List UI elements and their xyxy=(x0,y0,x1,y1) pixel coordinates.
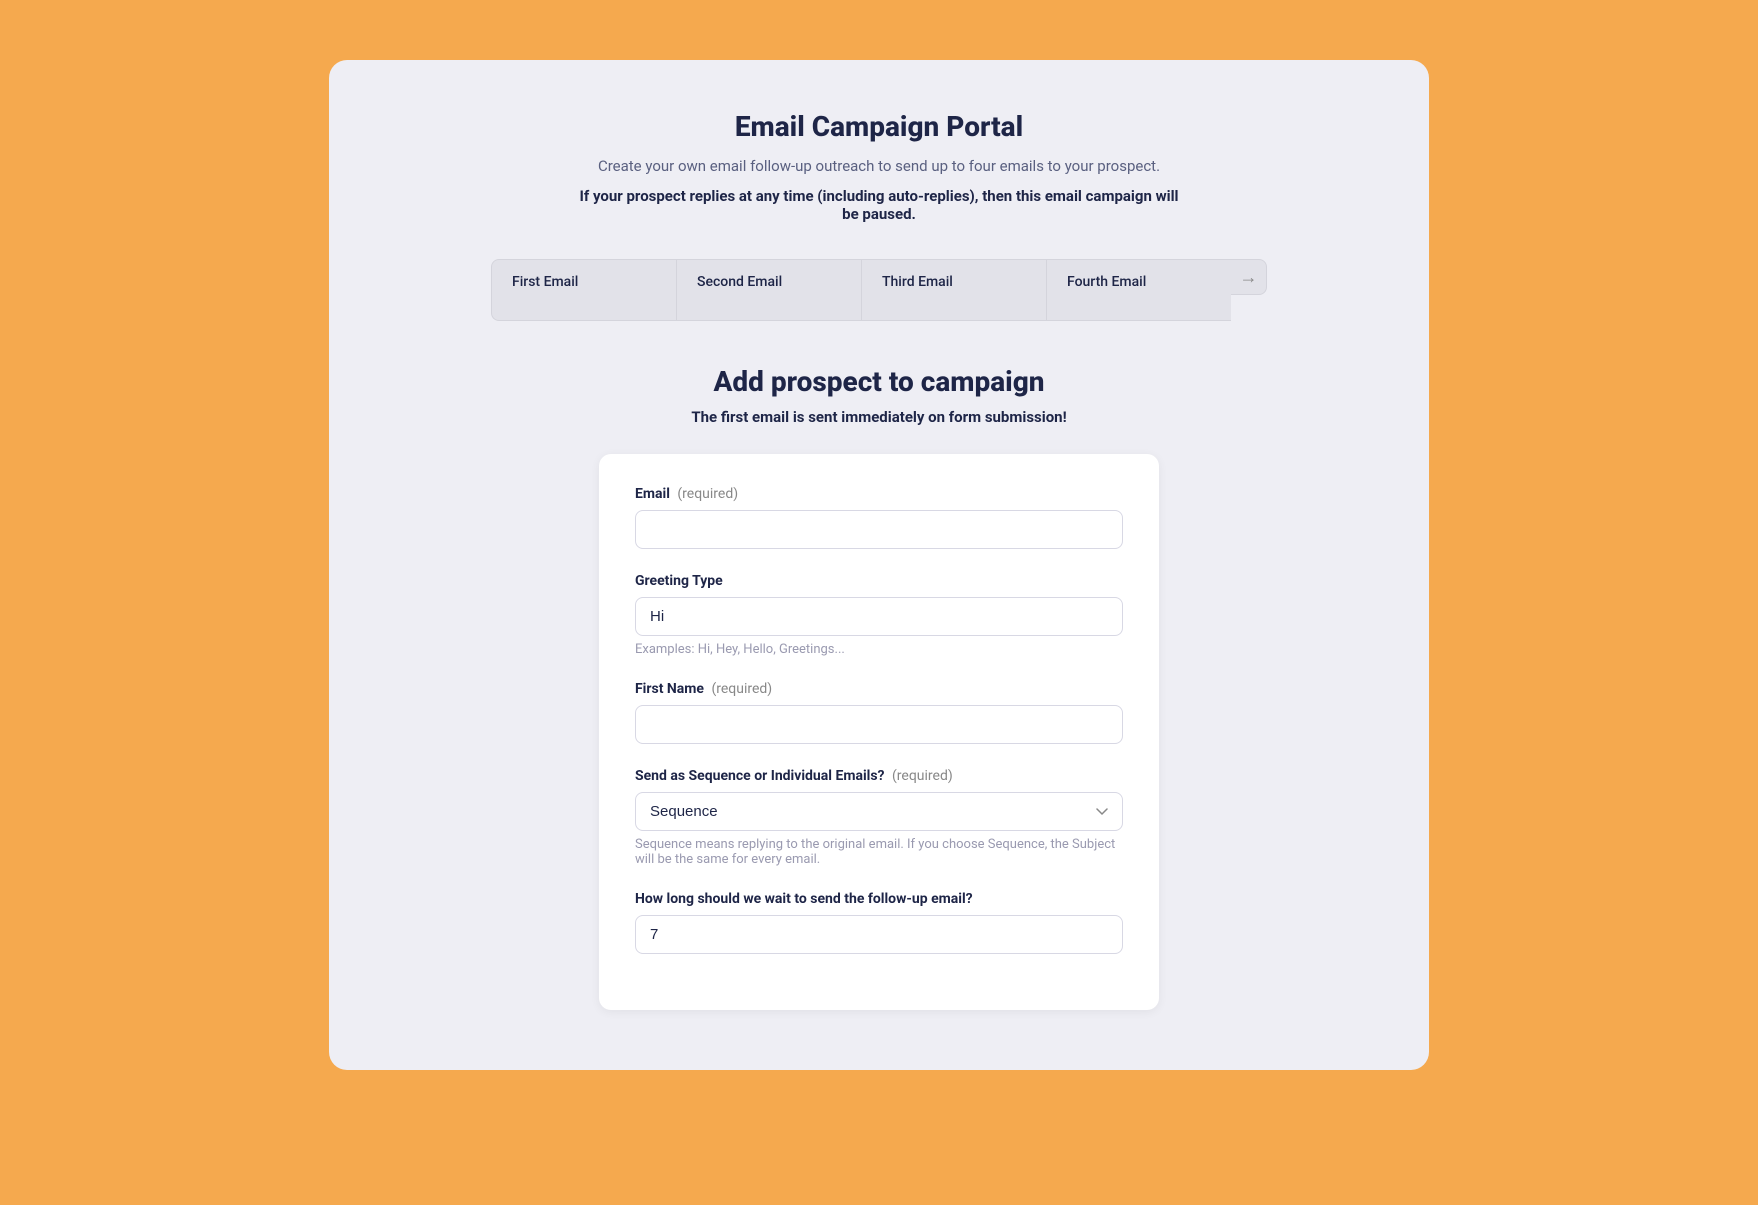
greeting-input[interactable] xyxy=(635,597,1123,636)
followup-field-group: How long should we wait to send the foll… xyxy=(635,891,1123,954)
first-name-label: First Name (required) xyxy=(635,681,1123,697)
followup-input[interactable] xyxy=(635,915,1123,954)
tabs-next-arrow[interactable]: → xyxy=(1231,259,1267,295)
email-label: Email (required) xyxy=(635,486,1123,502)
sequence-field-group: Send as Sequence or Individual Emails? (… xyxy=(635,768,1123,867)
sequence-label: Send as Sequence or Individual Emails? (… xyxy=(635,768,1123,784)
sequence-hint: Sequence means replying to the original … xyxy=(635,837,1123,867)
prospect-form-card: Email (required) Greeting Type Examples:… xyxy=(599,454,1159,1010)
tab-third-email[interactable]: Third Email xyxy=(861,259,1046,321)
email-field-group: Email (required) xyxy=(635,486,1123,549)
first-name-field-group: First Name (required) xyxy=(635,681,1123,744)
page-warning: If your prospect replies at any time (in… xyxy=(579,187,1179,223)
greeting-label: Greeting Type xyxy=(635,573,1123,589)
tab-first-email[interactable]: First Email xyxy=(491,259,676,321)
tab-fourth-email[interactable]: Fourth Email xyxy=(1046,259,1231,321)
first-name-input[interactable] xyxy=(635,705,1123,744)
form-section-title: Add prospect to campaign xyxy=(369,365,1389,398)
email-input[interactable] xyxy=(635,510,1123,549)
page-title: Email Campaign Portal xyxy=(369,110,1389,143)
sequence-select[interactable]: Sequence Individual Emails xyxy=(635,792,1123,831)
greeting-field-group: Greeting Type Examples: Hi, Hey, Hello, … xyxy=(635,573,1123,657)
sequence-required-tag: (required) xyxy=(892,768,953,784)
page-subtitle: Create your own email follow-up outreach… xyxy=(369,157,1389,175)
followup-label: How long should we wait to send the foll… xyxy=(635,891,1123,907)
greeting-hint: Examples: Hi, Hey, Hello, Greetings... xyxy=(635,642,1123,657)
email-tabs-container: First Email Second Email Third Email Fou… xyxy=(369,259,1389,321)
form-section-subtitle: The first email is sent immediately on f… xyxy=(369,408,1389,426)
first-name-required-tag: (required) xyxy=(711,681,772,697)
tab-second-email[interactable]: Second Email xyxy=(676,259,861,321)
main-card: Email Campaign Portal Create your own em… xyxy=(329,60,1429,1070)
email-required-tag: (required) xyxy=(677,486,738,502)
